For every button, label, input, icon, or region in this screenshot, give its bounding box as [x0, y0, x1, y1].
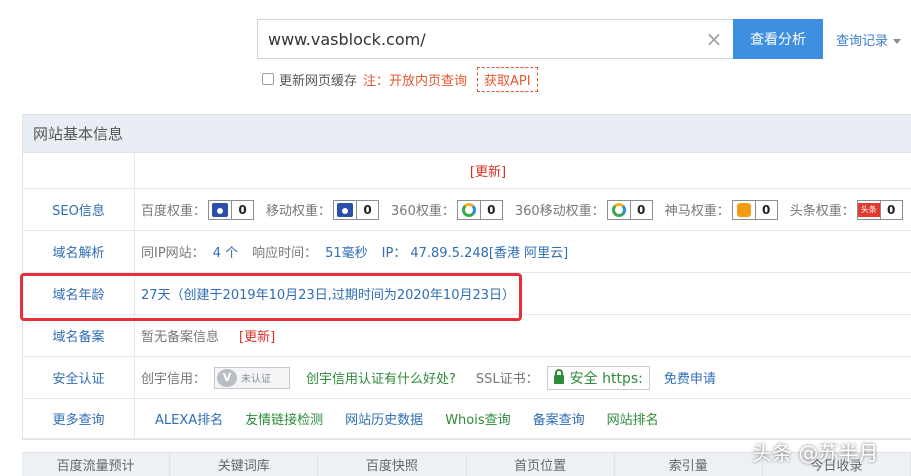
dns-label[interactable]: 域名解析 — [23, 231, 135, 272]
tab-home-position[interactable]: 首页位置 — [467, 453, 615, 476]
url-search-input[interactable] — [257, 19, 733, 59]
tab-baidu-traffic[interactable]: 百度流量预计 — [22, 453, 171, 476]
toutiao-icon: 头条 — [857, 202, 880, 217]
update-link[interactable]: [更新] — [470, 161, 506, 180]
watermark: 头条 @苏半月 — [752, 441, 879, 465]
response-time-value: 51毫秒 — [325, 246, 368, 261]
360-ring-icon — [461, 202, 476, 217]
security-label[interactable]: 安全认证 — [23, 357, 135, 398]
seo-row: SEO信息 百度权重： 0 移动权重： 0 360权重： 0 360移动权重： … — [23, 189, 911, 231]
row-label-empty — [23, 153, 135, 188]
tab-baidu-snapshot[interactable]: 百度快照 — [318, 453, 467, 476]
ip-label: IP： — [381, 246, 407, 261]
credit-badge[interactable]: V 未认证 — [214, 366, 291, 389]
shield-v-icon: V — [217, 368, 238, 387]
shenma-icon — [736, 202, 751, 217]
icp-query-link[interactable]: 备案查询 — [533, 409, 585, 428]
mobile-weight[interactable]: 移动权重： 0 — [266, 199, 380, 220]
alexa-rank-link[interactable]: ALEXA排名 — [155, 409, 223, 428]
get-api-button[interactable]: 获取API — [477, 66, 538, 92]
tab-index-count[interactable]: 索引量 — [615, 453, 763, 476]
query-history-label: 查询记录 — [836, 34, 889, 49]
ssl-badge[interactable]: 安全 https: — [546, 365, 650, 390]
ssl-label: SSL证书： — [475, 372, 539, 387]
icp-value: 暂无备案信息 — [141, 330, 220, 345]
clear-icon[interactable]: × — [704, 29, 724, 49]
baidu-paw-icon — [337, 202, 354, 217]
more-query-label[interactable]: 更多查询 — [23, 399, 135, 438]
credit-benefit-link[interactable]: 创宇信用认证有什么好处? — [306, 368, 456, 387]
seo-label[interactable]: SEO信息 — [23, 189, 135, 230]
security-row: 安全认证 创宇信用： V 未认证 创宇信用认证有什么好处? SSL证书： 安全 … — [23, 357, 911, 399]
ssl-apply-link[interactable]: 免费申请 — [664, 368, 716, 387]
refresh-cache-label: 更新网页缓存 — [279, 73, 358, 89]
credit-label: 创宇信用： — [141, 372, 207, 387]
baidu-paw-icon — [212, 202, 229, 217]
more-query-row: 更多查询 ALEXA排名 友情链接检测 网站历史数据 Whois查询 备案查询 … — [23, 399, 911, 439]
360-weight[interactable]: 360权重： 0 — [391, 199, 503, 220]
chevron-down-icon — [893, 39, 902, 44]
same-ip-label: 同IP网站： — [141, 246, 205, 261]
tab-keywords[interactable]: 关键词库 — [170, 453, 319, 476]
analyze-button[interactable]: 查看分析 — [733, 19, 823, 59]
icp-row: 域名备案 暂无备案信息 [更新] — [23, 315, 911, 357]
toutiao-weight[interactable]: 头条权重： 头条 0 — [790, 199, 903, 220]
360-mobile-weight[interactable]: 360移动权重： 0 — [515, 199, 653, 220]
response-time-label: 响应时间： — [252, 246, 318, 261]
site-rank-link[interactable]: 网站排名 — [607, 409, 659, 428]
domain-age-highlight — [20, 273, 522, 321]
ip-value[interactable]: 47.89.5.248[香港 阿里云] — [410, 242, 568, 261]
inner-page-note: 注：开放内页查询 — [363, 73, 468, 89]
lock-icon — [553, 369, 564, 384]
icp-update-link[interactable]: [更新] — [239, 326, 275, 345]
same-ip-count[interactable]: 4 个 — [213, 242, 238, 261]
query-history-dropdown[interactable]: 查询记录 — [836, 30, 902, 49]
update-row: [更新] — [23, 153, 911, 189]
shenma-weight[interactable]: 神马权重： 0 — [665, 199, 778, 220]
360-ring-icon — [611, 202, 626, 217]
whois-link[interactable]: Whois查询 — [445, 409, 510, 428]
history-data-link[interactable]: 网站历史数据 — [345, 409, 423, 428]
refresh-cache-checkbox[interactable] — [262, 73, 274, 85]
search-bar: × 查看分析 — [257, 19, 823, 59]
dns-row: 域名解析 同IP网站： 4 个 响应时间： 51毫秒 IP： 47.89.5.2… — [23, 231, 911, 273]
baidu-weight[interactable]: 百度权重： 0 — [141, 199, 255, 220]
icp-label[interactable]: 域名备案 — [23, 315, 135, 356]
panel-title: 网站基本信息 — [23, 115, 911, 153]
search-options: 更新网页缓存 注：开放内页查询 获取API — [262, 66, 538, 92]
friendlink-check-link[interactable]: 友情链接检测 — [245, 409, 323, 428]
